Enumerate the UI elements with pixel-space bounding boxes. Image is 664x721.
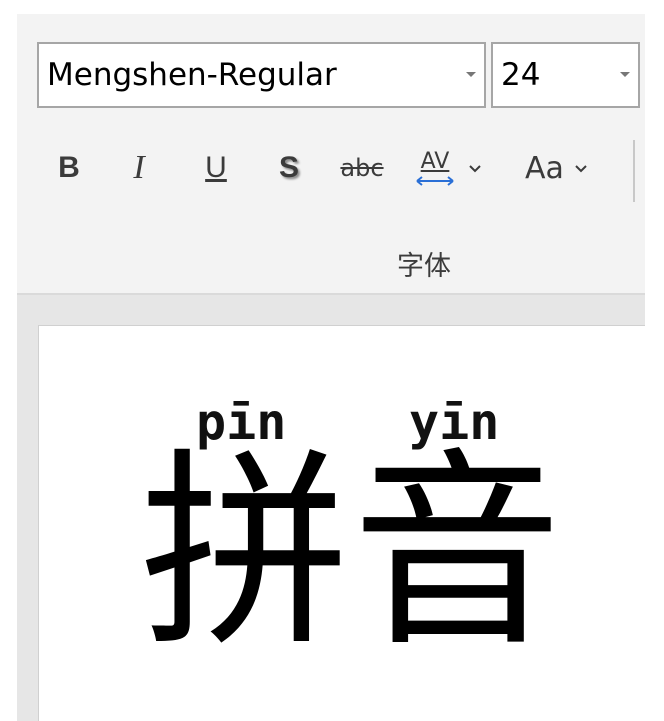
chevron-down-icon[interactable] (574, 164, 588, 173)
strikethrough-label: abc (340, 154, 384, 182)
underline-button[interactable]: U (195, 140, 237, 196)
text-shadow-button[interactable]: S (268, 140, 310, 196)
change-case-button[interactable]: Aa (525, 140, 609, 196)
font-name-input[interactable]: Mengshen-Regular (39, 57, 458, 93)
character-spacing-button[interactable]: AV (412, 140, 496, 196)
font-name-dropdown-arrow-icon[interactable] (458, 71, 484, 79)
font-size-input[interactable]: 24 (493, 57, 612, 93)
font-size-dropdown-arrow-icon[interactable] (612, 71, 638, 79)
chinese-character: 音 (352, 430, 563, 675)
bold-label: B (58, 151, 80, 184)
toolbar-separator (633, 140, 635, 202)
underline-label: U (205, 151, 227, 184)
chinese-character: 拼 (140, 430, 351, 675)
character-spacing-icon: AV (412, 149, 458, 187)
font-name-combobox[interactable]: Mengshen-Regular (37, 42, 486, 108)
strikethrough-button[interactable]: abc (335, 140, 389, 196)
font-group-label: 字体 (397, 251, 451, 282)
chevron-down-icon[interactable] (468, 164, 482, 173)
character-spacing-label: AV (420, 149, 450, 174)
text-shadow-label: S (278, 151, 299, 184)
change-case-label: Aa (525, 150, 564, 186)
italic-button[interactable]: I (118, 140, 160, 196)
bold-button[interactable]: B (48, 140, 90, 196)
italic-label: I (133, 149, 145, 186)
font-size-combobox[interactable]: 24 (491, 42, 640, 108)
